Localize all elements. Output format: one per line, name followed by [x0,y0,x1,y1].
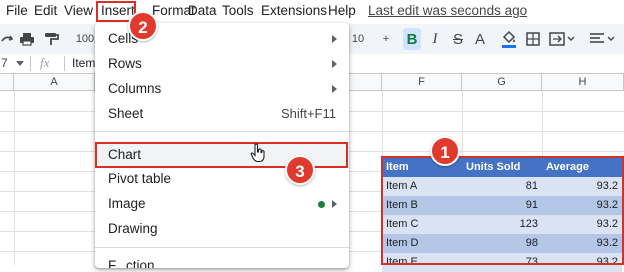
callout-badge-1: 1 [430,136,460,166]
italic-button[interactable]: I [427,28,443,50]
submenu-arrow-icon [332,35,337,43]
last-edit-link[interactable]: Last edit was seconds ago [368,3,527,18]
menu-item-label: Drawing [108,221,158,236]
column-header-h[interactable]: H [542,74,624,91]
italic-label: I [432,30,438,47]
zoom-value: 100 [75,33,95,45]
menu-extensions[interactable]: Extensions [261,3,327,18]
submenu-arrow-icon [332,200,337,208]
submenu-arrow-icon [332,85,337,93]
font-size-value: 10 [351,33,365,45]
column-header-g[interactable]: G [462,74,542,91]
column-line [14,91,15,265]
menu-item-label: Pivot table [108,171,172,186]
menu-item-sheet[interactable]: Sheet Shift+F11 [95,102,349,126]
menu-item-image[interactable]: Image [95,192,349,216]
column-header-f[interactable]: F [382,74,462,91]
callout-badge-2: 2 [128,11,158,41]
menu-item-label: F...ction [108,258,155,268]
redo-icon[interactable] [0,28,14,50]
fill-color-icon[interactable] [500,28,518,50]
menu-separator [95,131,349,132]
menu-item-rows[interactable]: Rows [95,52,349,76]
menu-item-label: Rows [108,56,142,71]
text-color-label: A [474,30,485,48]
font-size-increase-icon[interactable]: + [380,28,392,50]
menu-item-columns[interactable]: Columns [95,77,349,101]
menu-item-label: Sheet [108,106,144,121]
cell-reference-dropdown-icon[interactable] [16,61,24,66]
strikethrough-button[interactable]: S [450,28,466,50]
strike-label: S [452,30,463,48]
menu-item-label: Image [108,196,146,211]
corner-header[interactable] [0,74,14,91]
zoom-select[interactable]: 100 [74,28,96,50]
menu-data[interactable]: Data [188,3,217,18]
column-header-a[interactable]: A [14,74,95,91]
menu-item-label: Columns [108,81,162,96]
menu-separator [95,247,349,248]
menu-help[interactable]: Help [328,3,356,18]
shortcut-label: Shift+F11 [280,106,336,121]
menu-view[interactable]: View [64,3,93,18]
callout-badge-3: 3 [285,155,315,185]
table-highlight-box [381,156,624,265]
menu-bar: File Edit View Insert Format Data Tools … [0,0,624,24]
borders-icon[interactable] [525,28,541,50]
hand-cursor-icon [250,143,266,163]
formula-input[interactable]: Item [72,56,95,70]
menu-edit[interactable]: Edit [34,3,57,18]
fx-icon: fx [40,55,50,70]
font-size-input[interactable]: 10 [350,28,366,50]
paint-format-icon[interactable] [42,28,60,50]
cell-reference[interactable]: 7 [1,56,8,70]
formula-divider [30,56,31,71]
menu-item-function[interactable]: F...ction [95,256,349,268]
align-icon[interactable] [588,28,616,50]
bold-button[interactable]: B [403,28,421,50]
merge-cells-icon[interactable] [548,28,576,50]
menu-tools[interactable]: Tools [222,3,254,18]
menu-file[interactable]: File [6,3,28,18]
formula-divider-2 [64,56,65,71]
print-icon[interactable] [18,28,36,50]
bold-label: B [406,30,418,48]
submenu-arrow-icon [332,60,337,68]
menu-item-drawing[interactable]: Drawing [95,217,349,241]
new-indicator-dot-icon [318,201,325,208]
text-color-button[interactable]: A [472,28,488,50]
